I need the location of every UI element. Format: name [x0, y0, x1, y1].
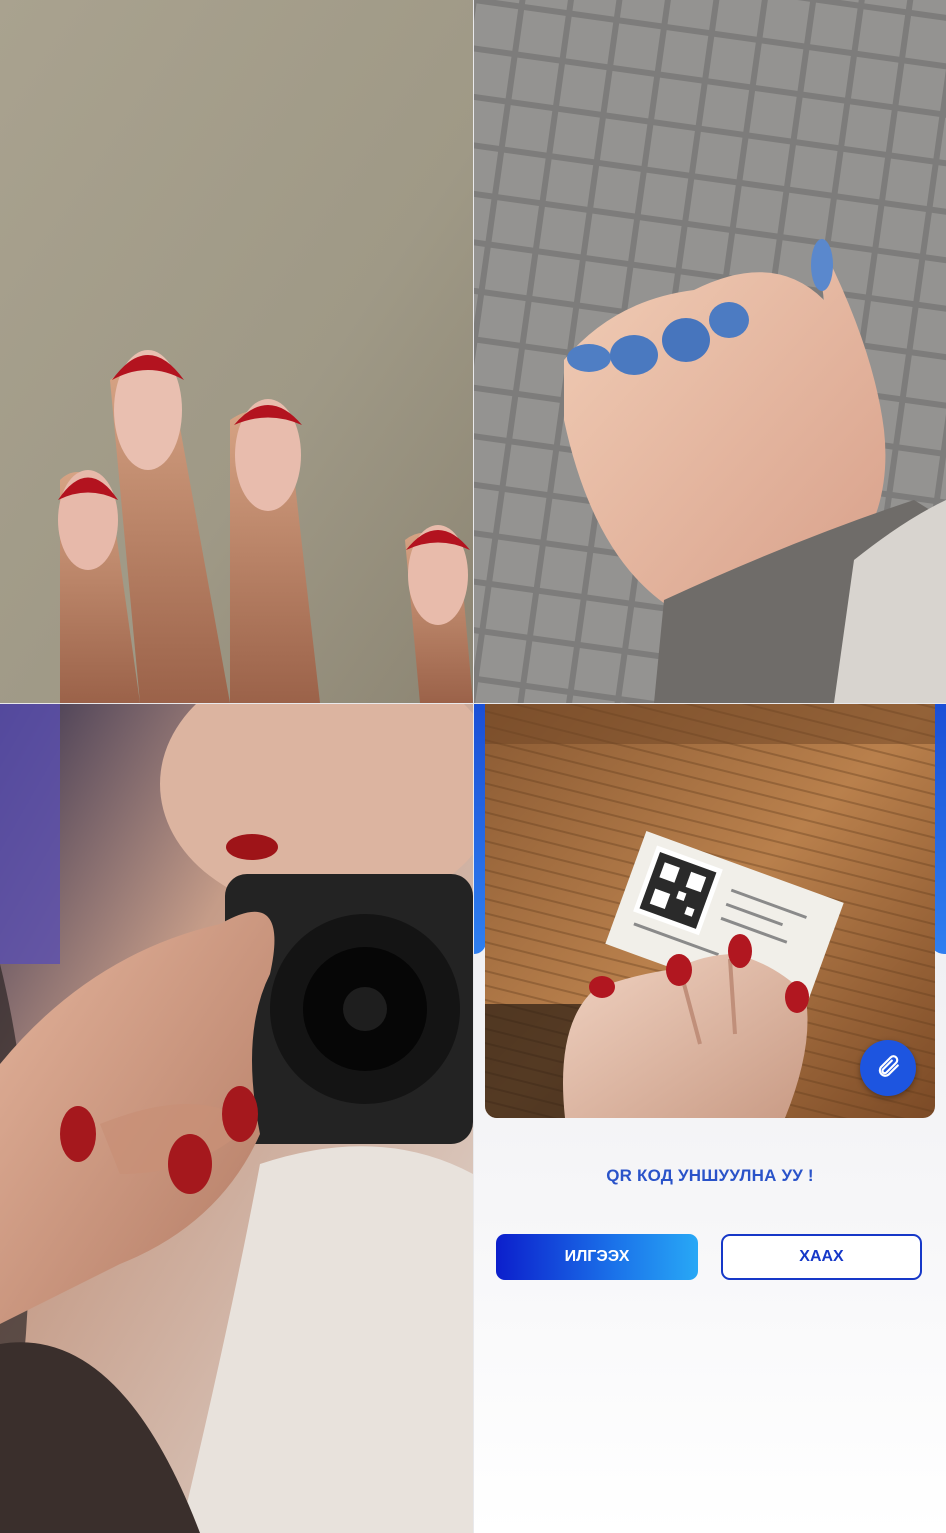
photo-blue-nails — [474, 0, 946, 703]
qr-scan-panel: QR КОД УНШУУЛНА УУ ! ИЛГЭЭХ ХААХ — [474, 704, 946, 1533]
qr-scan-prompt: QR КОД УНШУУЛНА УУ ! — [606, 1166, 814, 1185]
attach-button[interactable] — [860, 1040, 916, 1096]
photo-camera-red-nails — [0, 704, 473, 1533]
photo-collage: QR КОД УНШУУЛНА УУ ! ИЛГЭЭХ ХААХ — [0, 0, 946, 1533]
send-button[interactable]: ИЛГЭЭХ — [496, 1234, 698, 1280]
paperclip-icon — [875, 1053, 901, 1084]
close-button[interactable]: ХААХ — [721, 1234, 922, 1280]
photo-red-french-nails — [0, 0, 473, 703]
